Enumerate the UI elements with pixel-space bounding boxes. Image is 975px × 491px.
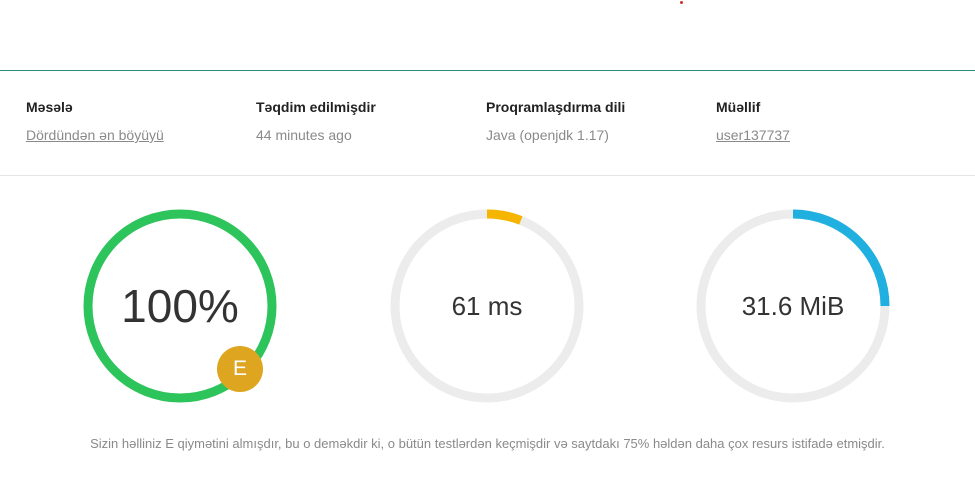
author-link[interactable]: user137737 [716,127,790,143]
language-column: Proqramlaşdırma dili Java (openjdk 1.17) [486,99,625,143]
problem-label: Məsələ [26,99,73,115]
memory-gauge: 31.6 MiB [696,209,890,403]
author-label: Müəllif [716,99,761,115]
submitted-label: Təqdim edilmişdir [256,99,376,115]
score-gauge: 100% E [83,209,277,403]
grade-badge: E [217,346,263,392]
result-summary: Sizin həlliniz E qiymətini almışdır, bu … [90,436,885,451]
time-gauge: 61 ms [390,209,584,403]
submitted-value: 44 minutes ago [256,127,352,143]
problem-link[interactable]: Dördündən ən böyüyü [26,127,164,143]
notification-dot [680,1,683,4]
submitted-column: Təqdim edilmişdir 44 minutes ago [256,99,376,143]
submission-info: Məsələ Dördündən ən böyüyü Təqdim edilmi… [0,71,975,176]
author-column: Müəllif user137737 [716,99,790,143]
problem-column: Məsələ Dördündən ən böyüyü [26,99,164,143]
language-value: Java (openjdk 1.17) [486,127,609,143]
language-label: Proqramlaşdırma dili [486,99,626,115]
memory-value: 31.6 MiB [741,290,845,321]
time-value: 61 ms [451,290,523,321]
